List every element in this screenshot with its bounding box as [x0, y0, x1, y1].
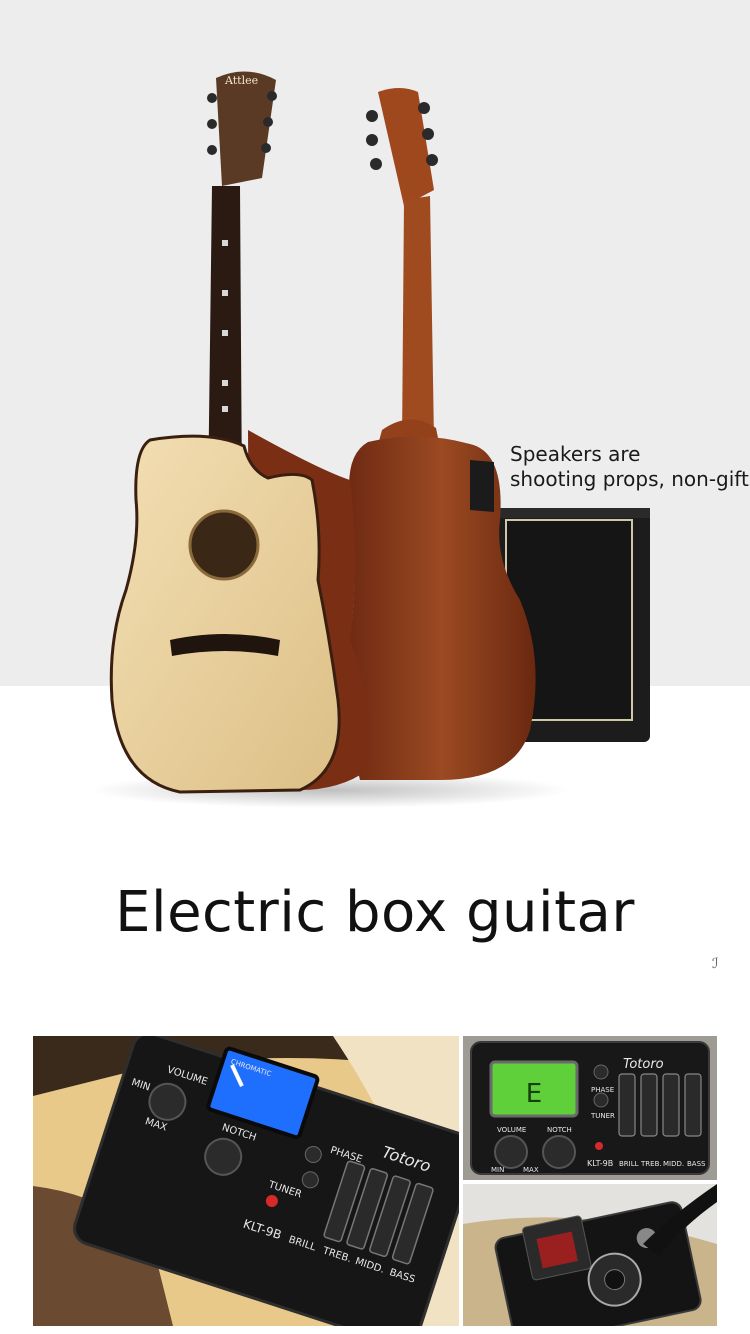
small-preamp-brand: Totoro [623, 1057, 664, 1072]
hero-product-image: Attlee Speakers are shooting props, non-… [0, 0, 750, 870]
small-notch-label: NOTCH [547, 1126, 572, 1134]
small-preamp-model: KLT-9B [587, 1159, 613, 1168]
caption-line-2: shooting props, non-gifts [510, 467, 750, 491]
stray-mark: ℐ [712, 956, 719, 972]
small-slider-label-1: BRILL [619, 1160, 639, 1168]
small-min-label: MIN [491, 1166, 504, 1174]
guitar-back-view [347, 88, 536, 780]
small-max-label: MAX [523, 1166, 539, 1174]
output-jack-photo [463, 1184, 717, 1326]
headstock-brand: Attlee [224, 74, 258, 87]
preamp-front-photo: E Totoro PHASE TUNER VOLUME NOTCH MIN MA… [463, 1036, 717, 1180]
small-slider-label-3: MIDD. [663, 1160, 684, 1168]
tuner-note: E [526, 1079, 542, 1109]
guitar-front-view [109, 71, 372, 794]
caption-line-1: Speakers are [510, 442, 641, 466]
small-tuner-label: TUNER [590, 1112, 615, 1120]
props-caption: Speakers are shooting props, non-gifts [510, 442, 750, 492]
small-slider-label-2: TREB. [640, 1160, 662, 1168]
guitars-illustration: Attlee [90, 71, 650, 808]
small-volume-label: VOLUME [497, 1126, 526, 1134]
small-phase-label: PHASE [591, 1086, 614, 1094]
small-slider-label-4: BASS [687, 1160, 706, 1168]
section-title: Electric box guitar [115, 880, 635, 945]
preamp-closeup-photo: CHROMATIC VOLUME MIN MAX NOTCH PHASE TUN… [33, 1036, 459, 1326]
